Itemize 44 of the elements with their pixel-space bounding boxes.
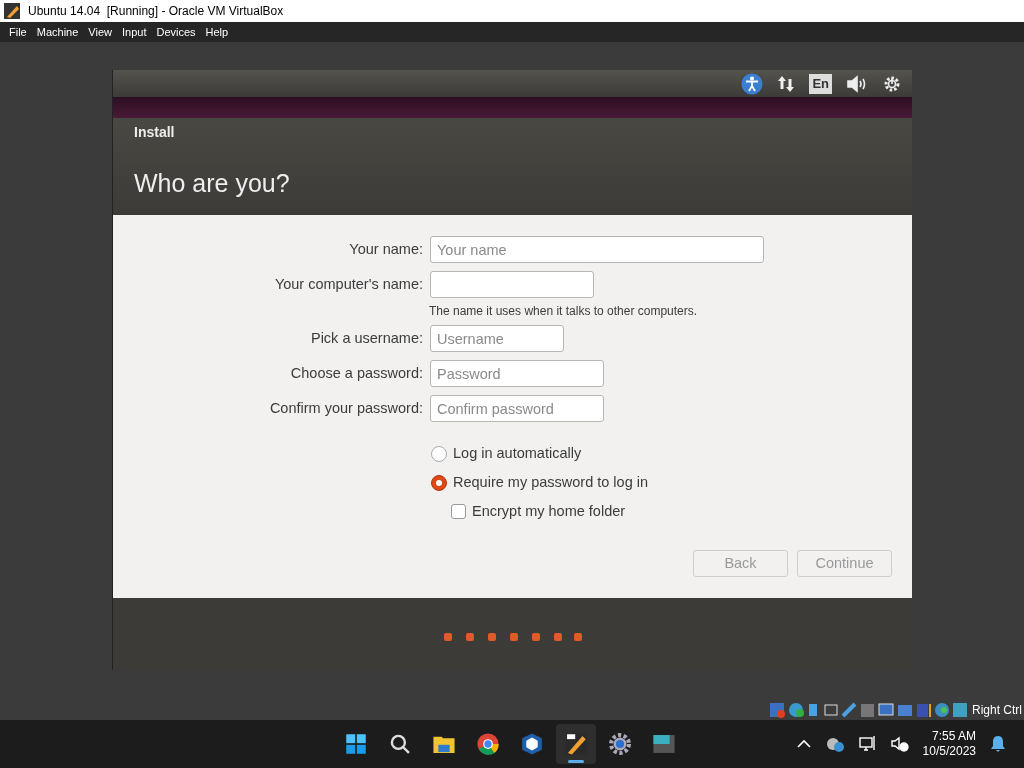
- field-label: Confirm your password:: [268, 398, 423, 418]
- radio-label[interactable]: Require my password to log in: [453, 471, 649, 494]
- field-label: Choose a password:: [289, 363, 423, 383]
- text-input-field[interactable]: Username: [430, 325, 564, 352]
- host-key-label: Right Ctrl: [972, 702, 1022, 719]
- radio-button[interactable]: [431, 474, 447, 491]
- browser-icon: [475, 731, 501, 757]
- bell-icon[interactable]: [990, 735, 1006, 753]
- menu-item[interactable]: Machine: [31, 23, 84, 41]
- dialog-header-title: Install: [134, 123, 176, 141]
- cube-icon: [519, 731, 545, 757]
- field-hint: The name it uses when it talks to other computers.: [428, 303, 699, 320]
- menu-item[interactable]: Help: [200, 23, 234, 41]
- radio-label[interactable]: Log in automatically: [453, 443, 582, 465]
- field-label: Pick a username:: [309, 328, 423, 348]
- text-input-field[interactable]: Your name: [430, 236, 764, 263]
- field-label: Your name:: [348, 239, 423, 259]
- menu-item[interactable]: File: [4, 23, 32, 41]
- taskbar-app-button[interactable]: [556, 724, 596, 764]
- text-input-field[interactable]: Confirm password: [430, 395, 604, 422]
- text-input-field[interactable]: [430, 271, 594, 298]
- network-icon[interactable]: [777, 74, 796, 93]
- gear-icon: [607, 731, 633, 757]
- page-heading: Who are you?: [134, 168, 291, 199]
- accessibility-icon[interactable]: [741, 72, 764, 95]
- window-title: Ubuntu 14.04 [Running] - Oracle VM VirtualBox: [28, 3, 284, 20]
- menu-item[interactable]: Devices: [151, 23, 201, 41]
- chevron-up-icon[interactable]: [796, 739, 811, 749]
- field-label: Your computer's name:: [273, 274, 423, 294]
- menu-item[interactable]: Input: [116, 23, 152, 41]
- clock-time[interactable]: 7:55 AM: [931, 729, 976, 744]
- text-input-field[interactable]: Password: [430, 360, 604, 387]
- muted-speaker-icon[interactable]: [890, 736, 909, 752]
- volume-icon[interactable]: [846, 74, 868, 93]
- clock-date[interactable]: 10/5/2023: [922, 744, 976, 759]
- radio-button[interactable]: [431, 445, 447, 462]
- checkbox[interactable]: [451, 503, 466, 519]
- network-icon[interactable]: [858, 735, 877, 753]
- checkbox-label[interactable]: Encrypt my home folder: [472, 500, 626, 523]
- menu-item[interactable]: View: [83, 23, 117, 41]
- start-icon: [343, 731, 369, 757]
- keyboard-layout-indicator[interactable]: En: [809, 73, 832, 94]
- app-icon: [4, 3, 20, 19]
- cloud-info-icon[interactable]: [824, 736, 845, 752]
